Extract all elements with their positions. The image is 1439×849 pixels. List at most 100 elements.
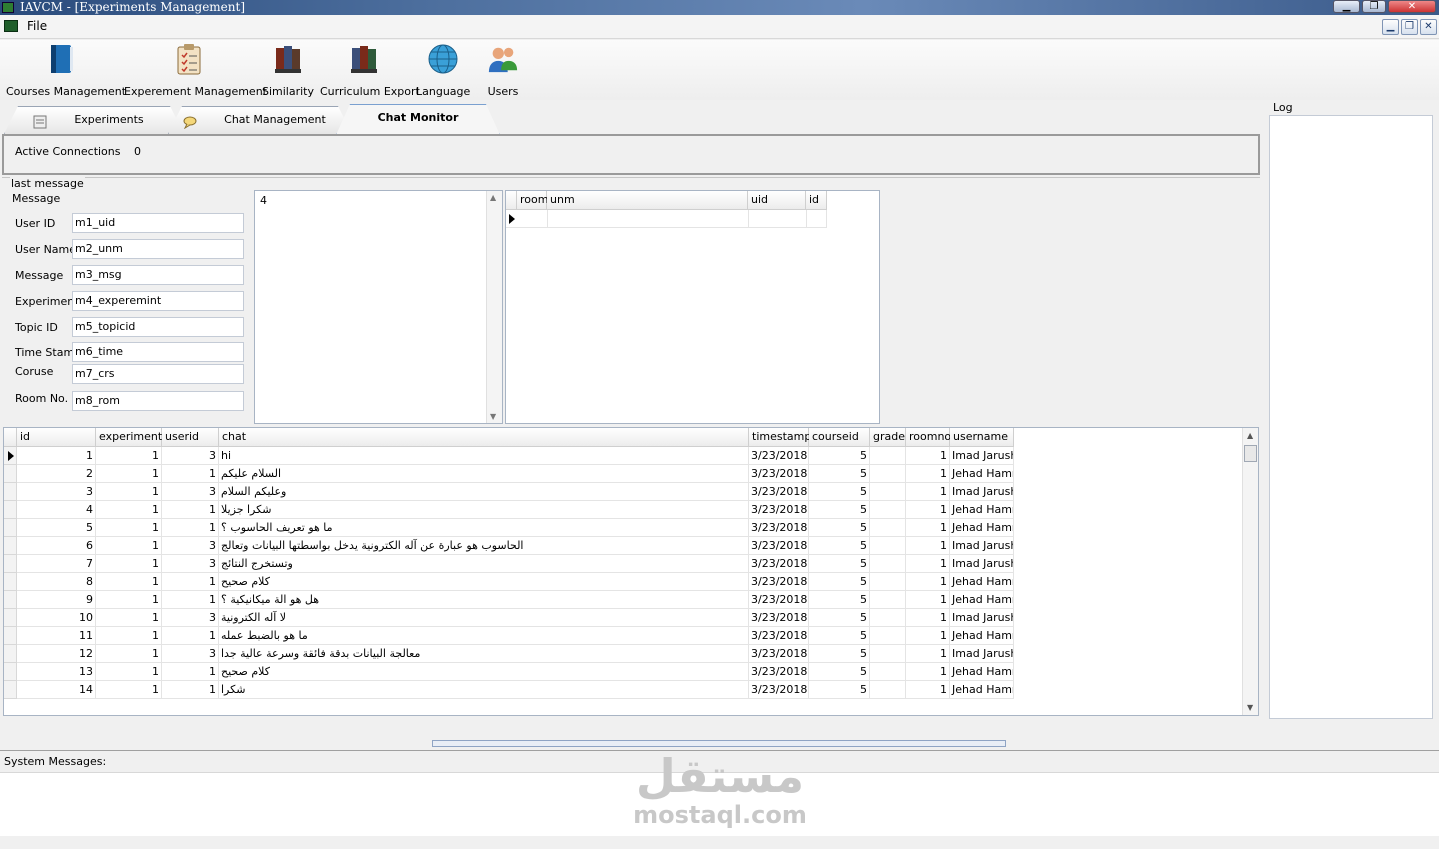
cell-timestamp[interactable]: 3/23/2018 1 <box>749 681 809 699</box>
time-stamp-field[interactable]: m6_time <box>72 342 244 362</box>
toolbar-curriculum-export-button[interactable]: Curriculum Export <box>320 42 420 98</box>
cell-userid[interactable]: 1 <box>162 681 219 699</box>
cell-username[interactable]: Imad Jarush <box>950 609 1014 627</box>
chat-grid-row[interactable]: 511ما هو تعريف الحاسوب ؟3/23/2018 151Jeh… <box>4 519 1014 537</box>
cell-roomno[interactable]: 1 <box>906 645 950 663</box>
cell-grade[interactable] <box>870 483 906 501</box>
cell-experimentid[interactable]: 1 <box>96 573 162 591</box>
cell-userid[interactable]: 1 <box>162 465 219 483</box>
cell-username[interactable]: Jehad Hamn <box>950 681 1014 699</box>
cell-timestamp[interactable]: 3/23/2018 1 <box>749 501 809 519</box>
cell-username[interactable]: Imad Jarush <box>950 447 1014 465</box>
tab-chat-management[interactable]: Chat Management <box>168 106 352 134</box>
row-selector[interactable] <box>4 645 17 663</box>
row-selector[interactable] <box>4 555 17 573</box>
cell-chat[interactable]: كلام صحيح <box>219 663 749 681</box>
chat-grid-row[interactable]: 1013لا آله الكترونية3/23/2018 151Imad Ja… <box>4 609 1014 627</box>
cell-username[interactable]: Imad Jarush <box>950 645 1014 663</box>
chat-grid-row[interactable]: 411شكرا جزيلا3/23/2018 151Jehad Hamn <box>4 501 1014 519</box>
room-no-field[interactable]: m8_rom <box>72 391 244 411</box>
cell-courseid[interactable]: 5 <box>809 537 870 555</box>
cell-courseid[interactable]: 5 <box>809 501 870 519</box>
cell-id[interactable]: 13 <box>17 663 96 681</box>
chat-grid-row[interactable]: 211السلام عليكم3/23/2018 151Jehad Hamn <box>4 465 1014 483</box>
toolbar-similarity-button[interactable]: Similarity <box>262 42 314 98</box>
chat-grid-header-grade[interactable]: grade <box>870 428 906 447</box>
rooms-grid-header-id[interactable]: id <box>806 191 827 210</box>
rooms-grid-new-row[interactable] <box>506 210 827 228</box>
scroll-down-arrow-icon[interactable]: ▼ <box>490 412 496 421</box>
cell-courseid[interactable]: 5 <box>809 645 870 663</box>
cell-roomno[interactable]: 1 <box>906 681 950 699</box>
close-window-button[interactable]: ✕ <box>1388 0 1436 13</box>
message-memo[interactable]: 4 ▲ ▼ <box>254 190 503 424</box>
cell-courseid[interactable]: 5 <box>809 555 870 573</box>
cell-timestamp[interactable]: 3/23/2018 1 <box>749 537 809 555</box>
cell-roomno[interactable]: 1 <box>906 537 950 555</box>
cell-userid[interactable]: 3 <box>162 447 219 465</box>
cell-experimentid[interactable]: 1 <box>96 447 162 465</box>
rooms-grid-header-room[interactable]: room <box>517 191 548 210</box>
row-selector[interactable] <box>4 591 17 609</box>
chat-grid-header-id[interactable]: id <box>17 428 96 447</box>
cell-chat[interactable]: هل هو الة ميكانيكية ؟ <box>219 591 749 609</box>
cell-grade[interactable] <box>870 645 906 663</box>
row-selector[interactable] <box>4 465 17 483</box>
chat-grid-header-username[interactable]: username <box>950 428 1014 447</box>
cell-timestamp[interactable]: 3/23/2018 1 <box>749 627 809 645</box>
memo-scrollbar[interactable]: ▲ ▼ <box>486 191 502 423</box>
cell-experimentid[interactable]: 1 <box>96 645 162 663</box>
cell-grade[interactable] <box>870 609 906 627</box>
cell-userid[interactable]: 1 <box>162 501 219 519</box>
cell-grade[interactable] <box>870 573 906 591</box>
cell-id[interactable]: 9 <box>17 591 96 609</box>
cell-courseid[interactable]: 5 <box>809 663 870 681</box>
toolbar-courses-management-button[interactable]: Courses Management <box>6 42 126 98</box>
cell-chat[interactable]: الحاسوب هو عبارة عن آله الكترونية يدخل ب… <box>219 537 749 555</box>
rooms-grid-header-uid[interactable]: uid <box>748 191 806 210</box>
cell-userid[interactable]: 1 <box>162 519 219 537</box>
experiment-field[interactable]: m4_experemint <box>72 291 244 311</box>
row-selector[interactable] <box>4 681 17 699</box>
rooms-grid-header-unm[interactable]: unm <box>547 191 748 210</box>
cell-experimentid[interactable]: 1 <box>96 537 162 555</box>
chat-grid-row[interactable]: 6 1 3 الحاسوب هو عبارة عن آله الكترونية يدخ… <box>4 537 1014 555</box>
cell-id[interactable]: 8 <box>17 573 96 591</box>
tab-experiments[interactable]: Experiments <box>4 106 184 134</box>
cell-timestamp[interactable]: 3/23/2018 1 <box>749 447 809 465</box>
scroll-thumb[interactable] <box>1244 445 1257 462</box>
cell-timestamp[interactable]: 3/23/2018 1 <box>749 465 809 483</box>
tab-chat-monitor[interactable]: Chat Monitor <box>336 104 500 135</box>
row-selector[interactable] <box>4 573 17 591</box>
toolbar-language-button[interactable]: Language <box>416 42 470 98</box>
chat-grid-header-chat[interactable]: chat <box>219 428 749 447</box>
row-selector[interactable] <box>4 483 17 501</box>
cell-username[interactable]: Imad Jarush <box>950 483 1014 501</box>
cell-courseid[interactable]: 5 <box>809 573 870 591</box>
cell-grade[interactable] <box>870 501 906 519</box>
cell-grade[interactable] <box>870 519 906 537</box>
maximize-window-button[interactable]: ❐ <box>1362 0 1386 13</box>
cell-courseid[interactable]: 5 <box>809 519 870 537</box>
cell-id[interactable]: 12 <box>17 645 96 663</box>
cell-id[interactable]: 5 <box>17 519 96 537</box>
cell-userid[interactable]: 3 <box>162 537 219 555</box>
cell-experimentid[interactable]: 1 <box>96 591 162 609</box>
mdi-restore-button[interactable]: ❐ <box>1401 19 1418 35</box>
chat-grid-row[interactable]: 811كلام صحيح3/23/2018 151Jehad Hamn <box>4 573 1014 591</box>
cell-timestamp[interactable]: 3/23/2018 1 <box>749 483 809 501</box>
cell-timestamp[interactable]: 3/23/2018 1 <box>749 573 809 591</box>
message-field[interactable]: m3_msg <box>72 265 244 285</box>
toolbar-experement-management-button[interactable]: Experement Management <box>124 42 267 98</box>
scroll-up-arrow-icon[interactable]: ▲ <box>1247 431 1253 440</box>
chat-grid-row[interactable]: 113hi3/23/2018 151Imad Jarush <box>4 447 1014 465</box>
user-name-field[interactable]: m2_unm <box>72 239 244 259</box>
cell-timestamp[interactable]: 3/23/2018 1 <box>749 591 809 609</box>
cell-chat[interactable]: وعليكم السلام <box>219 483 749 501</box>
cell-experimentid[interactable]: 1 <box>96 519 162 537</box>
cell-roomno[interactable]: 1 <box>906 465 950 483</box>
row-selector[interactable] <box>4 537 17 555</box>
cell-grade[interactable] <box>870 537 906 555</box>
cell-courseid[interactable]: 5 <box>809 627 870 645</box>
scroll-up-arrow-icon[interactable]: ▲ <box>490 193 496 202</box>
